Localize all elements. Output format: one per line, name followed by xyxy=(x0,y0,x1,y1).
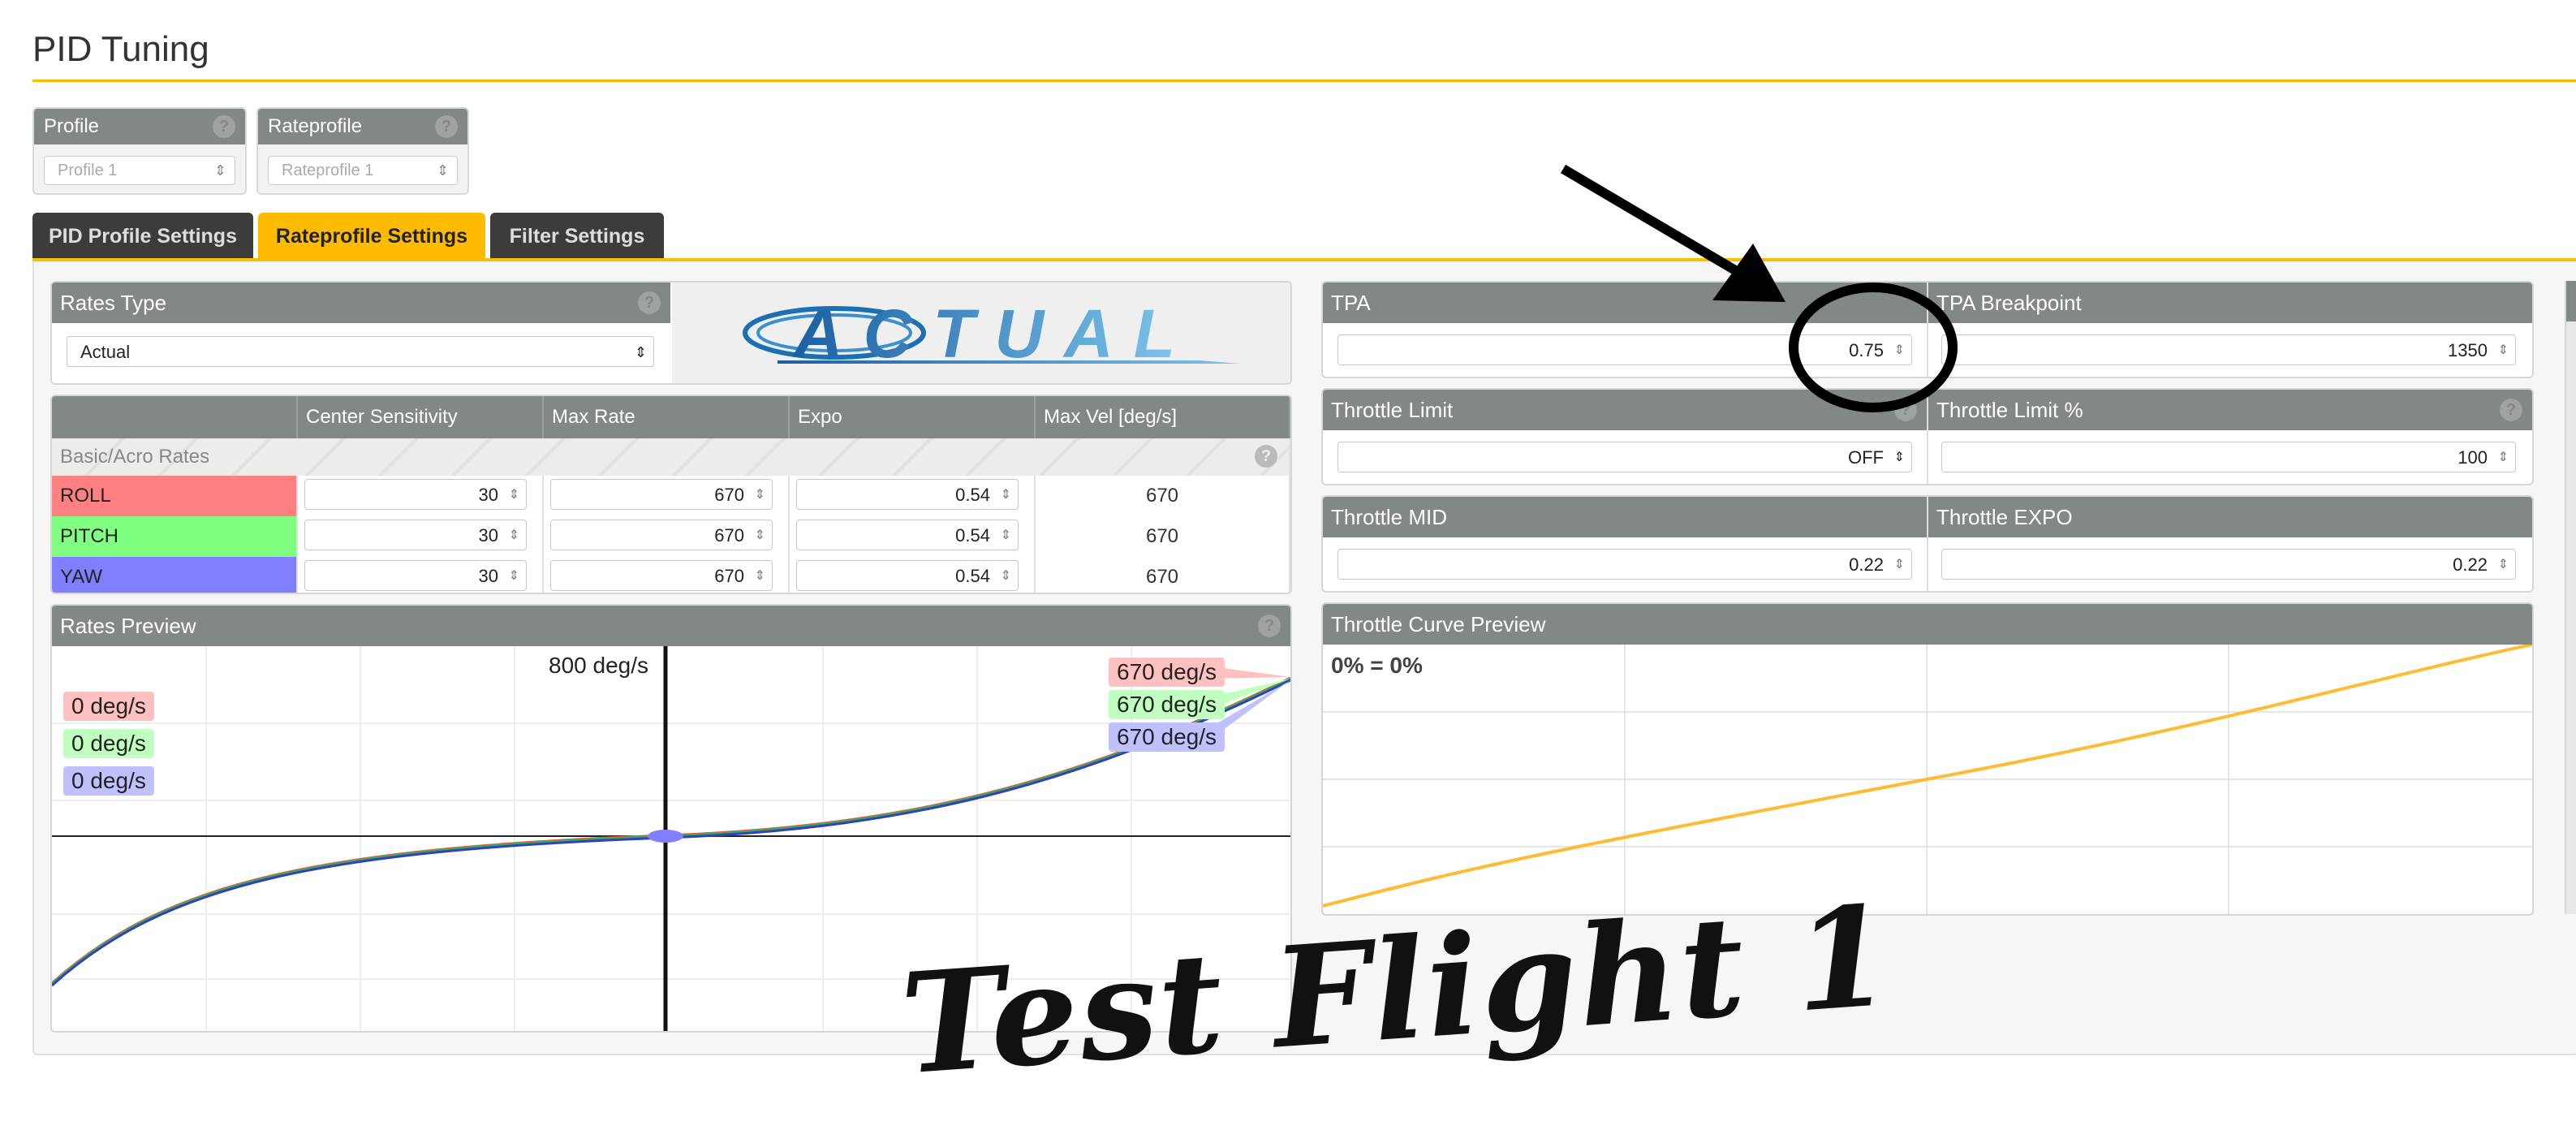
annotation-arrow-head xyxy=(1712,244,1786,302)
annotation-circle xyxy=(1789,283,1958,412)
annotation-arrow-shaft xyxy=(1560,164,1748,281)
